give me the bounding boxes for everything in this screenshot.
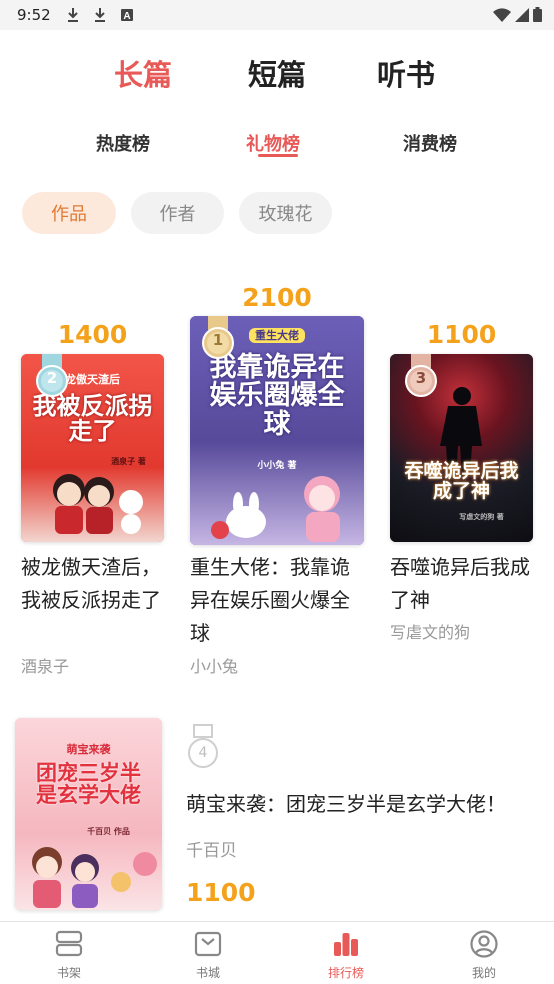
cover-illustration (211, 476, 340, 542)
svg-text:A: A (123, 11, 130, 22)
tab-short[interactable]: 短篇 (248, 52, 306, 94)
active-tab-indicator (258, 154, 298, 157)
book-author[interactable]: 酒泉子 (21, 653, 69, 677)
ranking-icon (334, 933, 358, 956)
tabbar-bookstore[interactable]: 书城 (163, 930, 253, 981)
tabbar-label: 书架 (56, 966, 81, 980)
cover-badge-text: 重生大佬 (249, 328, 305, 343)
a-icon: A (121, 9, 133, 22)
gift-score: 2100 (242, 283, 312, 312)
filter-authors[interactable]: 作者 (131, 192, 224, 234)
status-time: 9:52 (17, 6, 51, 24)
book-title[interactable]: 重生大佬：我靠诡异在娱乐圈火爆全球 (190, 551, 358, 650)
bookstore-icon (194, 931, 222, 957)
cover-author: 千百贝 作品 (87, 827, 130, 836)
tabbar-ranking[interactable]: 排行榜 (301, 930, 391, 981)
tab-long[interactable]: 长篇 (114, 52, 172, 94)
book-cover[interactable]: 萌宝来袭 团宠三岁半是玄学大佬 千百贝 作品 (15, 718, 162, 910)
wifi-icon (493, 7, 511, 22)
cover-author: 酒泉子 著 (111, 457, 146, 466)
signal-icon (515, 7, 529, 22)
cover-title: 吞噬诡异后我成了神 (404, 460, 519, 502)
filter-chips: 作品 作者 玫瑰花 (0, 192, 554, 234)
cover-illustration (53, 474, 143, 534)
cover-illustration (32, 847, 157, 908)
book-author[interactable]: 写虐文的狗 (390, 619, 470, 643)
filter-works[interactable]: 作品 (22, 192, 116, 234)
tabbar-bookshelf[interactable]: 书架 (24, 930, 114, 981)
rank-number: 3 (415, 369, 427, 387)
cover-title: 团宠三岁半是玄学大佬 (36, 761, 141, 808)
book-title[interactable]: 萌宝来袭：团宠三岁半是玄学大佬！ (186, 788, 546, 817)
cover-badge: 萌宝来袭 (66, 743, 111, 756)
tabbar-label: 排行榜 (327, 966, 364, 980)
rank-number: 1 (212, 331, 224, 349)
main-tabs: 长篇 短篇 听书 (0, 52, 554, 102)
bookshelf-icon (55, 930, 83, 957)
profile-icon (470, 930, 498, 958)
download-icon (95, 8, 105, 22)
gift-score: 1100 (426, 320, 497, 349)
cover-author: 写虐文的狗 著 (459, 513, 504, 521)
tab-popularity[interactable]: 热度榜 (96, 130, 150, 156)
book-author[interactable]: 小小兔 (190, 653, 238, 677)
book-title[interactable]: 吞噬诡异后我成了神 (390, 551, 535, 617)
tabbar-profile[interactable]: 我的 (439, 930, 529, 981)
download-icon (68, 8, 78, 22)
tabbar-label: 我的 (471, 966, 496, 980)
book-author[interactable]: 千百贝 (186, 836, 237, 861)
bottom-tab-bar: 书架 书城 排行榜 我的 (0, 921, 554, 984)
status-right (493, 7, 542, 22)
rank-number: 2 (46, 369, 58, 387)
tabbar-label: 书城 (195, 966, 220, 980)
sub-tabs: 热度榜 礼物榜 消费榜 (0, 130, 554, 164)
filter-roses[interactable]: 玫瑰花 (239, 192, 332, 234)
gift-score: 1400 (57, 320, 128, 349)
tab-audiobook[interactable]: 听书 (377, 52, 435, 94)
battery-icon (533, 7, 542, 22)
cover-title: 我靠诡异在娱乐圈爆全球 (209, 352, 345, 440)
cover-title: 我被反派拐走了 (32, 392, 153, 446)
status-bar: 9:52 A (0, 0, 554, 30)
book-title[interactable]: 被龙傲天渣后，我被反派拐走了 (21, 551, 166, 617)
tab-gift[interactable]: 礼物榜 (246, 130, 300, 156)
cover-author: 小小兔 著 (257, 461, 297, 471)
rank-number: 4 (198, 745, 208, 761)
gift-score: 1100 (186, 878, 256, 907)
tab-spending[interactable]: 消费榜 (403, 130, 457, 156)
